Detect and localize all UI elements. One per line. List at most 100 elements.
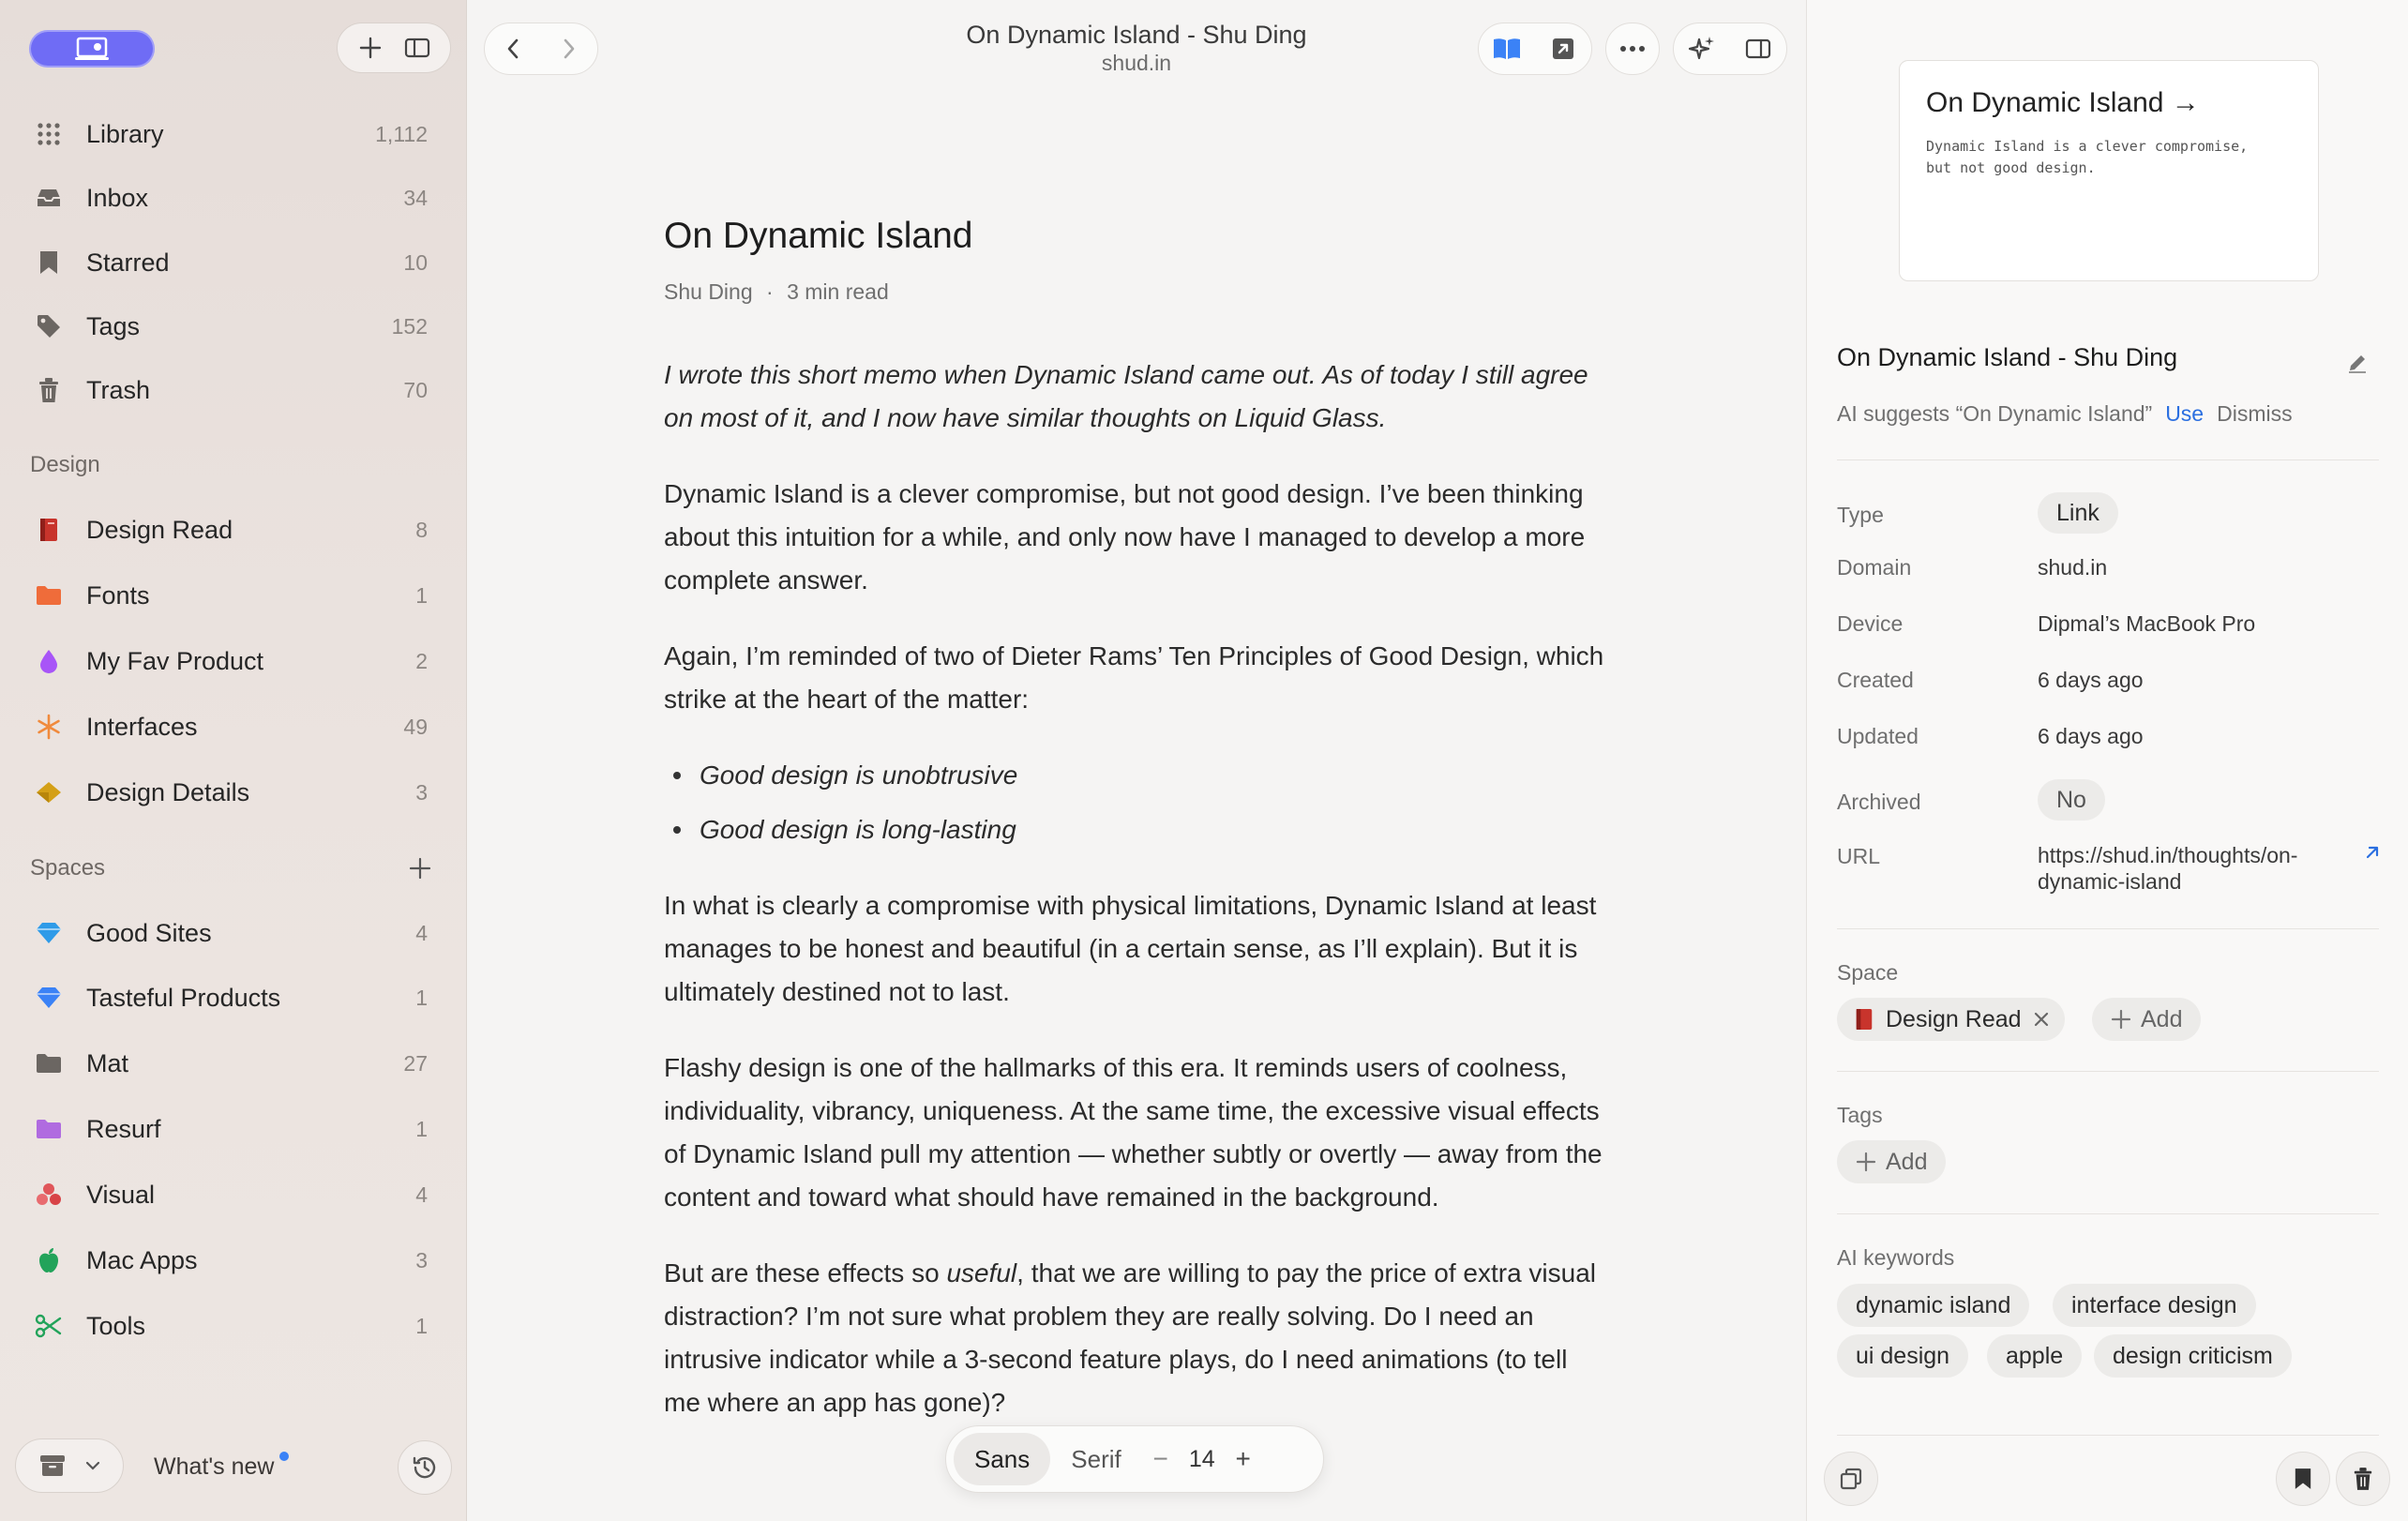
url-label: URL [1837,844,1881,868]
sidebar-item-label: Resurf [86,1114,161,1143]
sidebar-item-fonts[interactable]: Fonts 1 [19,567,448,624]
remove-space-button[interactable] [2033,1011,2050,1028]
keyword-chip[interactable]: interface design [2053,1284,2256,1327]
edit-title-button[interactable] [2343,349,2371,377]
bookmark-button[interactable] [2276,1452,2330,1506]
ai-button[interactable] [1681,28,1723,69]
sidebar-item-count: 1 [415,582,428,608]
add-space-chip[interactable]: Add [2092,998,2202,1041]
more-group [1605,23,1660,75]
whats-new-link[interactable]: What's new [154,1453,274,1481]
sidebar-item-tasteful-products[interactable]: Tasteful Products 1 [19,970,448,1026]
sidebar-item-label: Good Sites [86,918,212,947]
device-value: Dipmal’s MacBook Pro [2038,611,2256,636]
new-item-button[interactable] [350,27,391,68]
meta-separator: · [766,279,774,304]
folder-icon [34,580,64,610]
book-icon [34,515,64,545]
created-value: 6 days ago [2038,668,2144,692]
reader-view-button[interactable] [1486,28,1528,69]
sidebar-item-design-details[interactable]: Design Details 3 [19,764,448,821]
keyword-chip[interactable]: dynamic island [1837,1284,2030,1327]
ellipsis-icon [1620,46,1645,52]
sidebar-item-visual[interactable]: Visual 4 [19,1167,448,1223]
increase-font-button[interactable]: + [1225,1440,1262,1478]
sidebar-item-label: Inbox [86,183,149,212]
ai-title-suggestion: AI suggests “On Dynamic Island” Use Dismis… [1837,401,2293,427]
sidebar-item-inbox[interactable]: Inbox 34 [19,170,448,226]
article-title: On Dynamic Island [664,216,973,256]
article-paragraph: In what is clearly a compromise with phy… [664,891,1597,1006]
sidebar-item-starred[interactable]: Starred 10 [19,234,448,291]
drop-icon [34,646,64,676]
type-pill[interactable]: Link [2038,492,2118,534]
dismiss-suggestion-button[interactable]: Dismiss [2217,401,2293,426]
keyword-chip[interactable]: ui design [1837,1334,1969,1378]
account-button[interactable] [29,30,155,68]
archive-menu-button[interactable] [15,1438,124,1493]
scissors-icon [34,1311,64,1341]
font-toolbar: Sans Serif − 14 + [945,1425,1324,1493]
close-icon [2034,1012,2048,1027]
article-list: Good design is unobtrusive Good design i… [664,754,1611,851]
font-sans-option[interactable]: Sans [954,1433,1051,1485]
add-tag-chip[interactable]: Add [1837,1140,1947,1183]
sidebar-item-tags[interactable]: Tags 152 [19,298,448,354]
reader-pane: On Dynamic Island - Shu Ding shud.in On … [467,0,1806,1521]
open-external-button[interactable] [1543,28,1584,69]
ai-inspector-group [1673,23,1787,75]
add-space-button[interactable] [403,851,437,885]
pencil-icon [2349,355,2366,373]
ai-keywords-label: AI keywords [1837,1245,1955,1270]
sidebar-item-label: Interfaces [86,712,198,741]
article-paragraph: Dynamic Island is a clever compromise, b… [664,479,1586,595]
more-options-button[interactable] [1612,28,1653,69]
sidebar-item-count: 49 [403,714,428,739]
sidebar-item-my-fav-product[interactable]: My Fav Product 2 [19,633,448,689]
sidebar-item-tools[interactable]: Tools 1 [19,1298,448,1354]
toggle-sidebar-button[interactable] [397,27,438,68]
divider [1837,1213,2379,1214]
updated-label: Updated [1837,724,1919,748]
new-indicator-dot [279,1452,289,1461]
toggle-inspector-button[interactable] [1738,28,1779,69]
sidebar-item-resurf[interactable]: Resurf 1 [19,1101,448,1157]
sidebar-item-interfaces[interactable]: Interfaces 49 [19,699,448,755]
article-read-time: 3 min read [787,279,889,304]
decrease-font-button[interactable]: − [1142,1440,1180,1478]
space-chip[interactable]: Design Read [1837,998,2065,1041]
link-preview-card[interactable]: On Dynamic Island → Dynamic Island is a … [1899,60,2319,281]
sidebar-item-label: Trash [86,375,151,404]
sidebar-item-trash[interactable]: Trash 70 [19,362,448,418]
keyword-chip[interactable]: design criticism [2094,1334,2292,1378]
article-body: I wrote this short memo when Dynamic Isl… [664,354,1611,1424]
use-suggestion-button[interactable]: Use [2165,401,2204,426]
sidebar-item-library[interactable]: Library 1,112 [19,106,448,162]
article-paragraph: Again, I’m reminded of two of Dieter Ram… [664,641,1604,714]
sidebar-item-mat[interactable]: Mat 27 [19,1035,448,1092]
history-button[interactable] [398,1440,452,1495]
font-serif-option[interactable]: Serif [1050,1433,1141,1485]
delete-button[interactable] [2336,1452,2390,1506]
item-title[interactable]: On Dynamic Island - Shu Ding [1837,343,2177,372]
grid-icon [34,119,64,149]
created-label: Created [1837,668,1914,692]
sidebar-item-label: Tags [86,311,141,340]
divider [1837,1071,2379,1072]
sidebar-item-count: 1 [415,1313,428,1338]
divider [1837,928,2379,929]
open-url-button[interactable] [2360,840,2385,865]
sidebar-item-good-sites[interactable]: Good Sites 4 [19,905,448,961]
sidebar-actions [337,23,451,73]
sidebar-item-mac-apps[interactable]: Mac Apps 3 [19,1232,448,1288]
duplicate-button[interactable] [1824,1452,1878,1506]
sidebar-item-label: Tasteful Products [86,983,281,1012]
sidebar-item-label: Mat [86,1048,129,1077]
bookmark-icon [34,248,64,278]
article-author: Shu Ding [664,279,753,304]
keyword-chip[interactable]: apple [1987,1334,2083,1378]
url-value[interactable]: https://shud.in/thoughts/on-dynamic-isla… [2038,842,2347,895]
article-intro: I wrote this short memo when Dynamic Isl… [664,354,1611,440]
sidebar-item-design-read[interactable]: Design Read 8 [19,502,448,558]
archived-pill[interactable]: No [2038,779,2105,821]
